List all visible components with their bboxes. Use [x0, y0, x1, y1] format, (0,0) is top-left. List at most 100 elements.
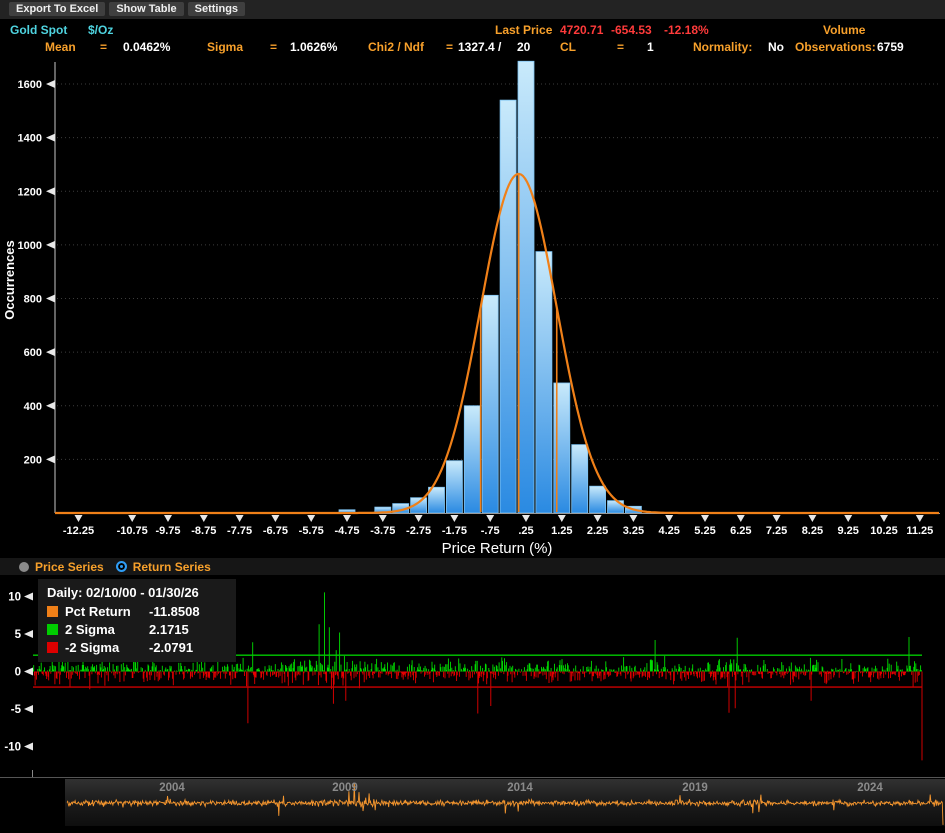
sigma-value: 1.0626% [290, 40, 337, 54]
volume-label: Volume [823, 23, 865, 37]
histogram-bar[interactable] [500, 100, 516, 513]
navigator-separator [0, 777, 945, 778]
x-tick-marker [737, 515, 745, 522]
minus-2-sigma-value: -2.0791 [149, 640, 193, 655]
x-tick-marker [522, 515, 530, 522]
y-tick-marker [24, 668, 33, 676]
normality-label: Normality: [693, 40, 752, 54]
x-tick-marker [808, 515, 816, 522]
histogram-chart[interactable]: 2004006008001000120014001600Occurrences-… [0, 56, 945, 556]
x-tick-label: .25 [518, 525, 533, 537]
x-tick-marker [379, 515, 387, 522]
price-series-label[interactable]: Price Series [35, 560, 104, 574]
y-tick-label: -10 [4, 742, 21, 754]
pct-return-swatch [47, 606, 58, 617]
y-tick-label: 400 [24, 401, 42, 413]
observations-value: 6759 [877, 40, 904, 54]
histogram-bar[interactable] [536, 252, 552, 513]
navigator-year-label: 2009 [332, 782, 358, 794]
x-tick-label: -3.75 [370, 525, 395, 537]
navigator-year-label: 2019 [682, 782, 708, 794]
x-tick-marker [486, 515, 494, 522]
x-tick-marker [665, 515, 673, 522]
y-tick-label: 600 [24, 347, 42, 359]
last-price-label: Last Price [495, 23, 552, 37]
x-tick-label: 9.25 [837, 525, 858, 537]
cl-label: CL [560, 40, 576, 54]
y-tick-label: 0 [15, 667, 21, 679]
observations-label: Observations: [795, 40, 876, 54]
x-tick-marker [75, 515, 83, 522]
last-price-value: 4720.71 [560, 23, 603, 37]
y-tick-marker [46, 241, 55, 249]
navigator-year-label: 2014 [507, 782, 533, 794]
y-tick-marker [24, 743, 33, 751]
return-series-label[interactable]: Return Series [133, 560, 211, 574]
chart-legend-tooltip: Daily: 02/10/00 - 01/30/26 Pct Return -1… [38, 579, 236, 662]
x-tick-marker [773, 515, 781, 522]
histogram-bar[interactable] [572, 445, 588, 513]
show-table-button[interactable]: Show Table [109, 2, 183, 16]
x-tick-marker [844, 515, 852, 522]
pct-return-value: -11.8508 [149, 604, 200, 619]
x-tick-marker [271, 515, 279, 522]
minus-2-sigma-label: -2 Sigma [65, 640, 149, 655]
histogram-bar[interactable] [590, 486, 606, 513]
x-tick-label: -10.75 [117, 525, 148, 537]
x-tick-label: -1.75 [442, 525, 467, 537]
x-tick-marker [450, 515, 458, 522]
y-tick-label: -5 [11, 704, 22, 716]
y-tick-marker [24, 593, 33, 601]
return-y-axis: 1050-5-10 [4, 592, 33, 754]
settings-button[interactable]: Settings [188, 2, 245, 16]
pct-return-label: Pct Return [65, 604, 149, 619]
export-to-excel-button[interactable]: Export To Excel [9, 2, 105, 16]
y-tick-label: 1200 [18, 186, 42, 198]
x-tick-label: -2.75 [406, 525, 431, 537]
x-tick-label: -7.75 [227, 525, 252, 537]
normality-value: No [768, 40, 784, 54]
return-axis-stub [32, 770, 33, 777]
chi2-ndf-label: Chi2 / Ndf [368, 40, 424, 54]
y-tick-marker [46, 348, 55, 356]
histogram-bar[interactable] [518, 61, 534, 513]
histogram-bar[interactable] [446, 461, 462, 513]
y-tick-marker [46, 455, 55, 463]
navigator-chart[interactable]: 20042009201420192024 [65, 779, 945, 826]
histogram-bar[interactable] [608, 501, 624, 513]
x-tick-marker [128, 515, 136, 522]
x-tick-label: 6.25 [730, 525, 751, 537]
y-tick-label: 1600 [18, 79, 42, 91]
x-tick-label: 3.25 [623, 525, 644, 537]
tooltip-row-pct-return: Pct Return -11.8508 [47, 602, 227, 620]
x-tick-marker [236, 515, 244, 522]
sigma-label: Sigma [207, 40, 243, 54]
price-change-value: -654.53 [611, 23, 652, 37]
x-tick-label: 10.25 [870, 525, 898, 537]
series-toggle: Price Series Return Series [0, 558, 945, 575]
x-tick-label: 8.25 [802, 525, 823, 537]
x-tick-marker [415, 515, 423, 522]
navigator-return-series [67, 784, 943, 825]
price-change-pct: -12.18% [664, 23, 709, 37]
plus-2-sigma-value: 2.1715 [149, 622, 189, 637]
histogram-bar[interactable] [464, 406, 480, 513]
security-unit: $/Oz [88, 23, 113, 37]
y-tick-marker [46, 402, 55, 410]
y-tick-label: 1400 [18, 133, 42, 145]
tooltip-date-range: Daily: 02/10/00 - 01/30/26 [47, 583, 227, 602]
tooltip-row-minus-2sigma: -2 Sigma -2.0791 [47, 638, 227, 656]
price-series-radio[interactable] [19, 562, 29, 572]
x-axis-title: Price Return (%) [442, 540, 553, 556]
y-axis-title: Occurrences [2, 240, 17, 320]
negative-returns-series [34, 672, 922, 761]
x-tick-label: -6.75 [263, 525, 288, 537]
return-series-radio[interactable] [116, 561, 127, 572]
histogram-bar[interactable] [482, 295, 498, 513]
x-tick-marker [629, 515, 637, 522]
toolbar: Export To Excel Show Table Settings [0, 0, 945, 19]
timeline-navigator[interactable]: 20042009201420192024 [65, 779, 945, 826]
x-tick-marker [343, 515, 351, 522]
histogram-x-axis: -12.25-10.75-9.75-8.75-7.75-6.75-5.75-4.… [55, 514, 940, 557]
x-tick-label: 2.25 [587, 525, 608, 537]
